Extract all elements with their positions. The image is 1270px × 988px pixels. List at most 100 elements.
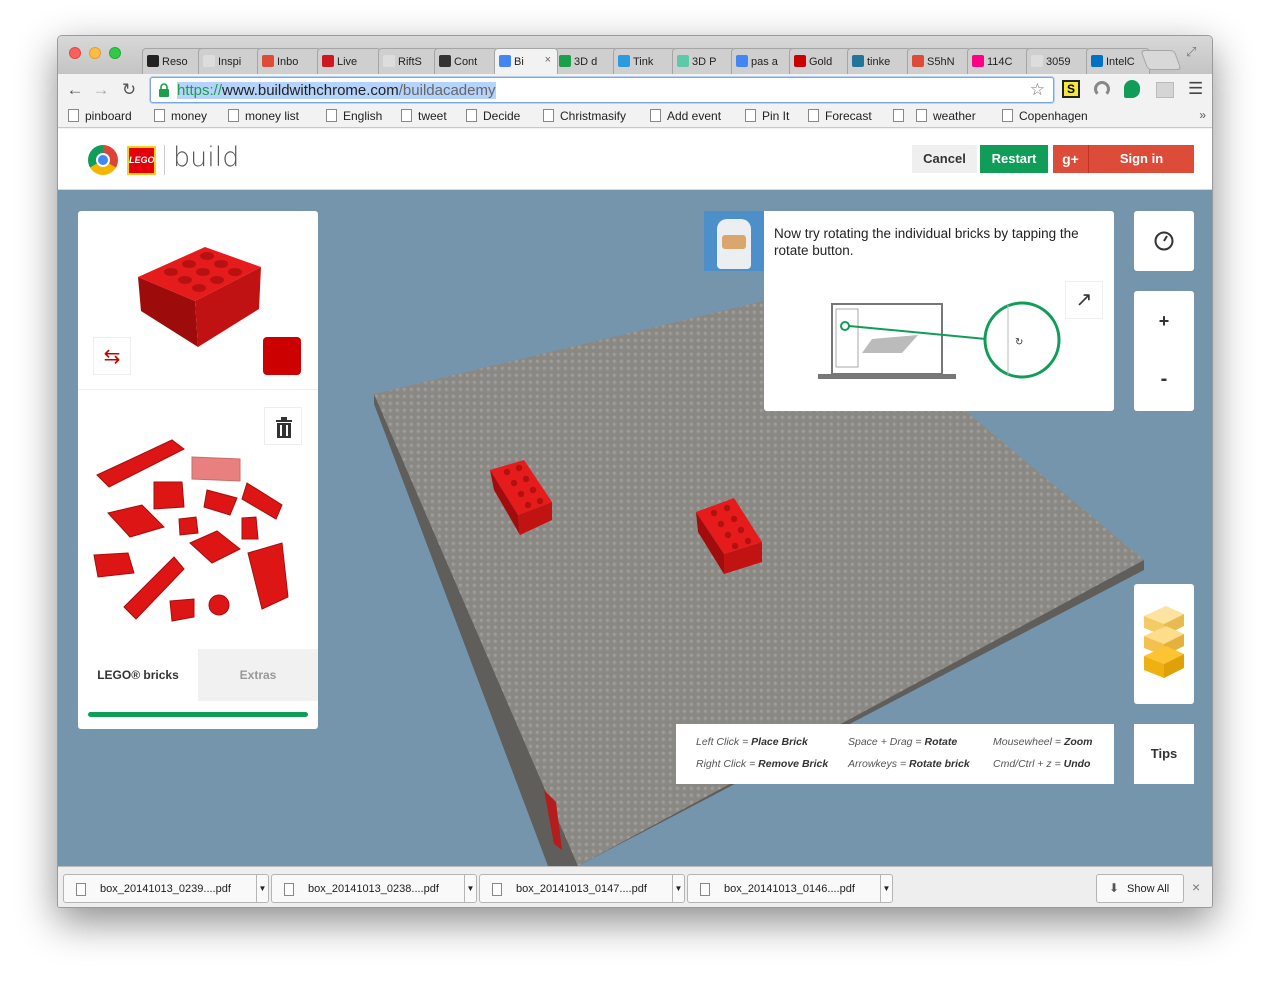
tab-6[interactable]: Bi × — [494, 48, 558, 74]
tab-extras[interactable]: Extras — [198, 649, 318, 701]
tutorial-card: Now try rotating the individual bricks b… — [764, 211, 1114, 411]
bookmark-item[interactable]: money list — [228, 109, 299, 123]
forward-icon[interactable]: → — [90, 79, 112, 101]
tab-2[interactable]: Inbo — [257, 48, 321, 74]
bookmark-item[interactable]: weather — [916, 109, 976, 123]
download-menu-arrow-icon[interactable]: ▼ — [464, 875, 476, 902]
tab-14[interactable]: 114C — [967, 48, 1031, 74]
expand-arrow-icon[interactable]: ↗ — [1065, 281, 1103, 319]
build-logo-text: build — [173, 142, 240, 173]
tips-button[interactable]: Tips — [1134, 724, 1194, 784]
rotate-brick-button[interactable]: ⇆ — [93, 337, 131, 375]
tip-arrowkeys-key: Arrowkeys — [848, 758, 898, 770]
tab-label: Bi — [514, 56, 524, 68]
bookmark-item[interactable]: English — [326, 109, 382, 123]
bookmark-item[interactable]: pinboard — [68, 109, 132, 123]
bookmark-label: English — [343, 109, 383, 123]
tab-13[interactable]: S5hN — [907, 48, 971, 74]
tab-favicon-icon — [1091, 55, 1103, 67]
tab-4[interactable]: RiftS — [378, 48, 442, 74]
reload-icon[interactable]: ↻ — [118, 79, 140, 101]
tab-lego-bricks[interactable]: LEGO® bricks — [78, 649, 198, 701]
address-bar[interactable]: https://www.buildwithchrome.com/buildaca… — [150, 77, 1054, 103]
tutorial-avatar — [704, 211, 764, 271]
download-item[interactable]: box_20141013_0146....pdf ▼ — [687, 874, 893, 903]
brick-stack-button[interactable] — [1134, 584, 1194, 704]
bookmark-star-icon[interactable]: ☆ — [1030, 80, 1045, 100]
bookmark-item[interactable]: Christmasify — [543, 109, 626, 123]
tip-remove-brick: Remove Brick — [758, 758, 829, 770]
tab-label: IntelC — [1106, 56, 1135, 68]
bookmark-item[interactable]: money — [154, 109, 207, 123]
bookmark-label: pinboard — [85, 109, 132, 123]
zoom-in-button[interactable]: + — [1134, 303, 1194, 339]
bookmark-item[interactable]: Pin It — [745, 109, 789, 123]
bookmark-item[interactable] — [893, 109, 910, 123]
color-picker-button[interactable] — [263, 337, 301, 375]
logo-divider — [164, 145, 165, 175]
new-tab-button[interactable] — [1140, 50, 1182, 70]
svg-text:↻: ↻ — [1015, 337, 1023, 348]
bookmark-item[interactable]: Add event — [650, 109, 721, 123]
tab-0[interactable]: Reso — [142, 48, 206, 74]
panel-divider — [78, 389, 318, 390]
tab-10[interactable]: pas a — [731, 48, 795, 74]
close-window-button[interactable] — [69, 47, 81, 59]
fullscreen-icon[interactable]: ⤢ — [1186, 44, 1196, 60]
menu-icon[interactable]: ☰ — [1188, 79, 1203, 99]
cancel-button[interactable]: Cancel — [912, 145, 977, 173]
show-all-button[interactable]: ⬇ Show All — [1096, 874, 1184, 903]
tab-3[interactable]: Live — [317, 48, 381, 74]
download-menu-arrow-icon[interactable]: ▼ — [880, 875, 892, 902]
bookmark-item[interactable]: Decide — [466, 109, 520, 123]
bookmarks-overflow-icon[interactable]: » — [1199, 108, 1206, 122]
download-item[interactable]: box_20141013_0238....pdf ▼ — [271, 874, 477, 903]
back-icon[interactable]: ← — [64, 79, 86, 101]
download-item[interactable]: box_20141013_0147....pdf ▼ — [479, 874, 685, 903]
extension-grid-icon[interactable] — [1156, 82, 1174, 98]
tutorial-illustration: ↻ — [818, 301, 1061, 379]
sign-in-button[interactable]: Sign in — [1089, 145, 1194, 173]
tab-15[interactable]: 3059 — [1026, 48, 1090, 74]
tip-equals: = — [915, 736, 922, 748]
compass-icon — [1154, 231, 1174, 251]
brick-palette[interactable] — [92, 435, 306, 631]
zoom-out-button[interactable]: - — [1134, 361, 1194, 397]
tab-7[interactable]: 3D d — [554, 48, 618, 74]
tab-8[interactable]: Tink — [613, 48, 677, 74]
download-item[interactable]: box_20141013_0239....pdf ▼ — [63, 874, 269, 903]
restart-button[interactable]: Restart — [980, 145, 1048, 173]
zoom-window-button[interactable] — [109, 47, 121, 59]
url-path: /buildacademy — [398, 82, 496, 99]
google-plus-icon[interactable]: g+ — [1053, 145, 1089, 173]
tab-label: Tink — [633, 56, 654, 68]
download-menu-arrow-icon[interactable]: ▼ — [256, 875, 268, 902]
bookmark-item[interactable]: Forecast — [808, 109, 872, 123]
bookmark-item[interactable]: Copenhagen — [1002, 109, 1088, 123]
url-host: www.buildwithchrome.com — [222, 82, 399, 99]
tip-mousewheel-key: Mousewheel — [993, 736, 1052, 748]
minimize-window-button[interactable] — [89, 47, 101, 59]
reset-view-button[interactable] — [1134, 211, 1194, 271]
tab-5[interactable]: Cont — [434, 48, 498, 74]
tab-1[interactable]: Inspi — [198, 48, 262, 74]
close-shelf-icon[interactable]: × — [1192, 879, 1200, 895]
close-tab-icon[interactable]: × — [545, 54, 551, 66]
bookmark-icon — [326, 109, 337, 122]
tab-9[interactable]: 3D P — [672, 48, 736, 74]
headphones-icon[interactable] — [1094, 81, 1110, 97]
show-all-label: Show All — [1127, 883, 1170, 895]
hangouts-icon[interactable] — [1124, 80, 1140, 98]
tip-equals: = — [742, 736, 749, 748]
tip-right-click: Right Click = Remove Brick — [696, 758, 828, 770]
bookmark-item[interactable]: tweet — [401, 109, 447, 123]
download-menu-arrow-icon[interactable]: ▼ — [672, 875, 684, 902]
tip-place-brick: Place Brick — [751, 736, 808, 748]
tab-11[interactable]: Gold — [789, 48, 853, 74]
bookmark-label: Add event — [667, 109, 722, 123]
tip-zoom: Zoom — [1063, 736, 1093, 748]
tip-left-click-key: Left Click — [696, 736, 740, 748]
lego-logo: LEGO — [127, 146, 156, 175]
extension-s-icon[interactable]: S — [1062, 80, 1080, 98]
tab-12[interactable]: tinke — [847, 48, 911, 74]
